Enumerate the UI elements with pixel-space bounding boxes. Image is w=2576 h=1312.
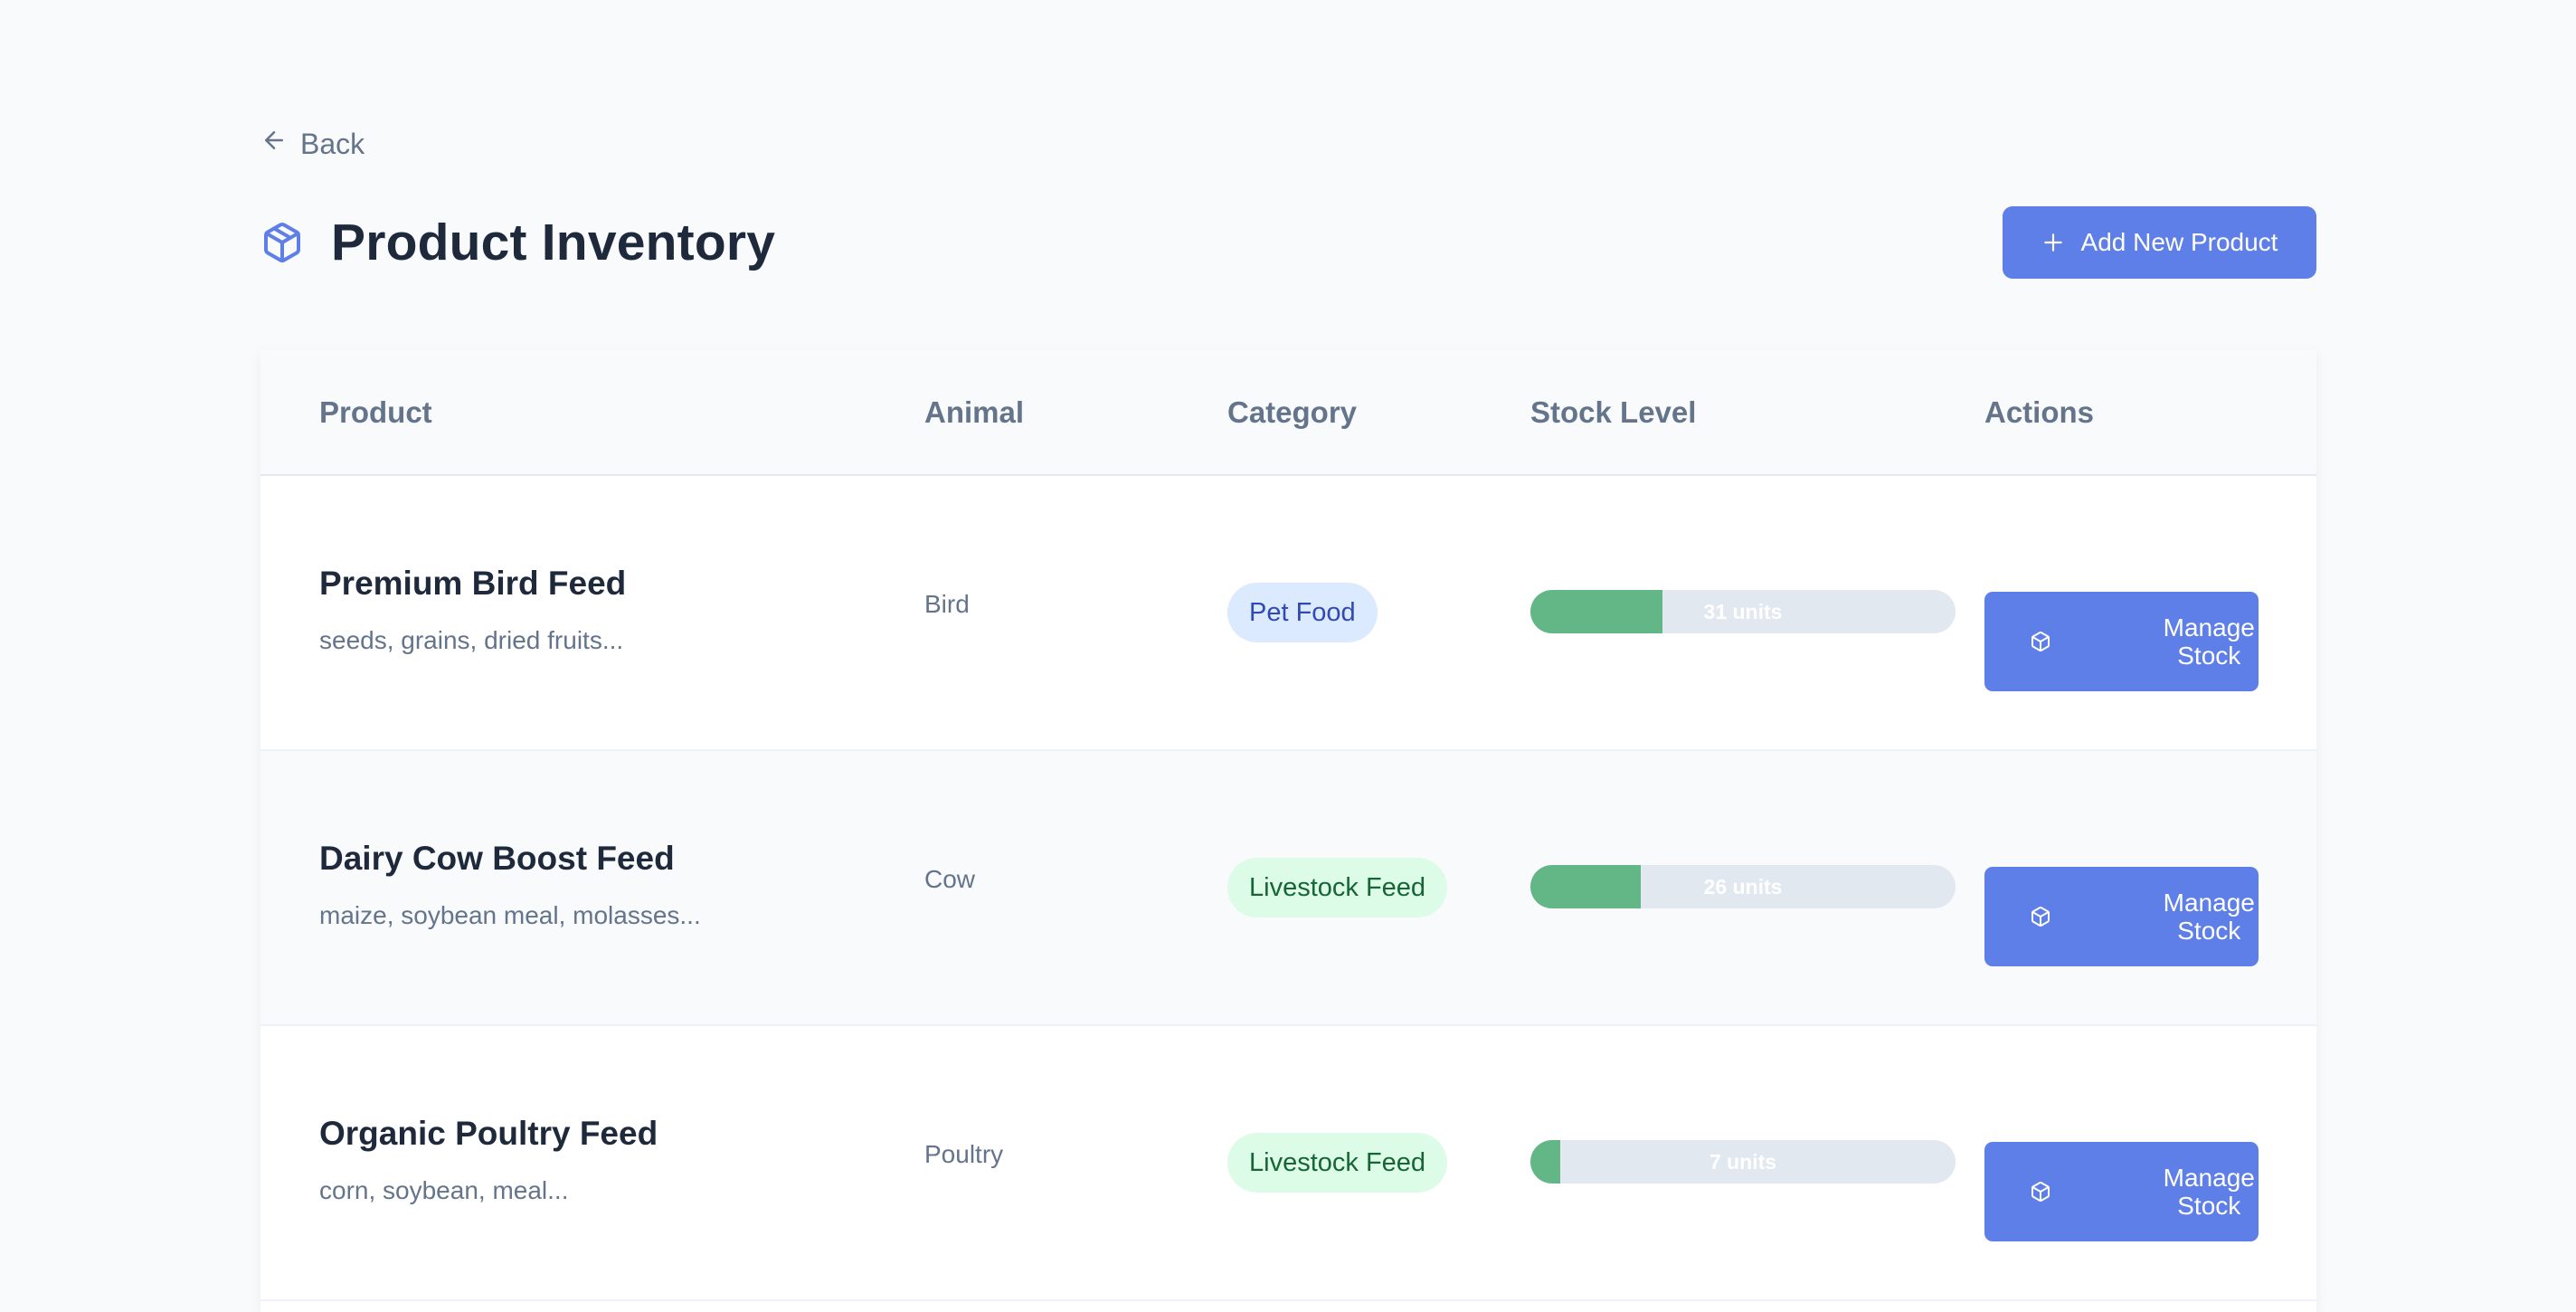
animal-type: Bird bbox=[924, 590, 970, 618]
product-description: corn, soybean, meal... bbox=[319, 1176, 569, 1204]
column-header-stock-level: Stock Level bbox=[1530, 395, 1697, 429]
manage-stock-label: Manage Stock bbox=[2163, 1164, 2255, 1220]
product-description: maize, soybean meal, molasses... bbox=[319, 901, 701, 929]
product-name: Premium Bird Feed bbox=[319, 565, 627, 602]
manage-stock-label: Manage Stock bbox=[2163, 613, 2255, 670]
arrow-left-icon bbox=[260, 127, 288, 161]
inventory-table: Product Animal Category Stock Level Acti… bbox=[260, 349, 2316, 1312]
manage-stock-button[interactable]: Manage Stock bbox=[1984, 867, 2259, 966]
category-badge: Livestock Feed bbox=[1227, 1133, 1448, 1193]
stock-level-label: 7 units bbox=[1709, 1149, 1777, 1174]
package-icon bbox=[2030, 631, 2129, 652]
column-header-animal: Animal bbox=[924, 395, 1025, 429]
stock-level-bar: 7 units bbox=[1530, 1140, 1956, 1184]
page-title: Product Inventory bbox=[331, 214, 776, 271]
column-header-category: Category bbox=[1227, 395, 1358, 429]
package-icon bbox=[260, 221, 304, 264]
plus-icon bbox=[2041, 231, 2065, 254]
manage-stock-button[interactable]: Manage Stock bbox=[1984, 1142, 2259, 1241]
package-icon bbox=[2030, 906, 2129, 927]
stock-level-label: 31 units bbox=[1703, 599, 1783, 623]
stock-level-bar: 26 units bbox=[1530, 865, 1956, 908]
category-badge: Livestock Feed bbox=[1227, 858, 1448, 917]
page-header: Product Inventory Add New Product bbox=[260, 206, 2316, 279]
stock-level-label: 26 units bbox=[1703, 874, 1783, 898]
product-name: Dairy Cow Boost Feed bbox=[319, 840, 675, 877]
table-row: Dairy Cow Boost Feed maize, soybean meal… bbox=[260, 751, 2316, 1026]
column-header-product: Product bbox=[319, 395, 432, 429]
table-row: Premium Bird Feed seeds, grains, dried f… bbox=[260, 476, 2316, 751]
animal-type: Poultry bbox=[924, 1140, 1004, 1168]
column-header-actions: Actions bbox=[1984, 395, 2095, 429]
manage-stock-button[interactable]: Manage Stock bbox=[1984, 592, 2259, 691]
manage-stock-label: Manage Stock bbox=[2163, 889, 2255, 945]
back-label: Back bbox=[300, 127, 365, 160]
stock-level-bar: 31 units bbox=[1530, 590, 1956, 633]
table-header: Product Animal Category Stock Level Acti… bbox=[260, 349, 2316, 476]
title-group: Product Inventory bbox=[260, 213, 775, 272]
product-name: Organic Poultry Feed bbox=[319, 1115, 658, 1152]
add-new-product-label: Add New Product bbox=[2080, 228, 2278, 256]
category-badge: Pet Food bbox=[1227, 583, 1378, 642]
back-link[interactable]: Back bbox=[260, 127, 365, 161]
table-row: Organic Poultry Feed corn, soybean, meal… bbox=[260, 1026, 2316, 1301]
add-new-product-button[interactable]: Add New Product bbox=[2003, 206, 2316, 279]
package-icon bbox=[2030, 1181, 2129, 1203]
animal-type: Cow bbox=[924, 865, 976, 893]
product-description: seeds, grains, dried fruits... bbox=[319, 626, 624, 654]
